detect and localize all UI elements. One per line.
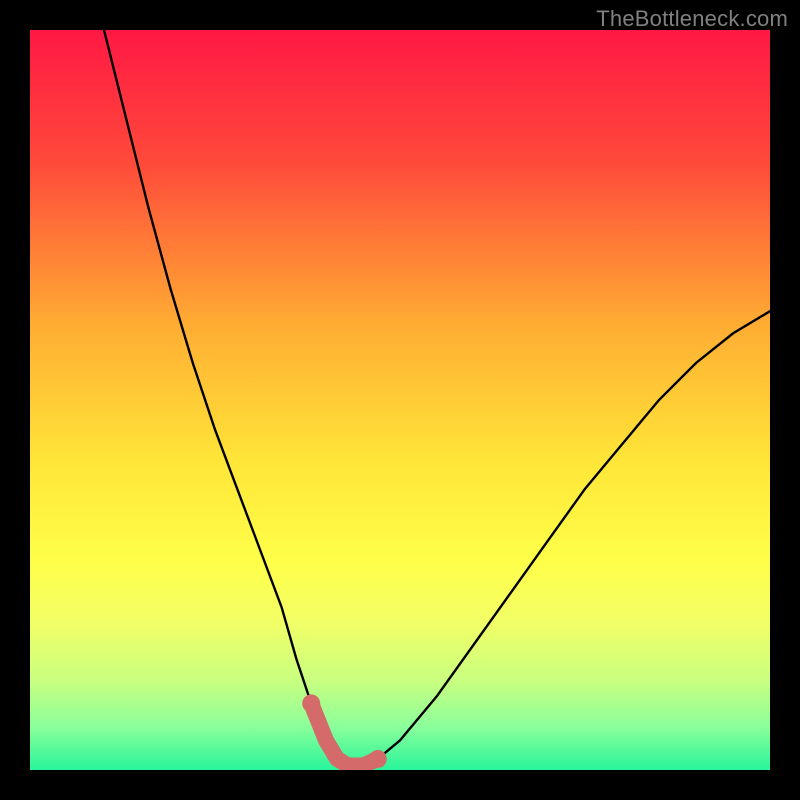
highlight-endpoint	[369, 750, 387, 768]
plot-area	[30, 30, 770, 770]
attribution-text: TheBottleneck.com	[596, 6, 788, 32]
chart-frame: TheBottleneck.com	[0, 0, 800, 800]
bottleneck-chart	[30, 30, 770, 770]
highlight-endpoint	[302, 694, 320, 712]
